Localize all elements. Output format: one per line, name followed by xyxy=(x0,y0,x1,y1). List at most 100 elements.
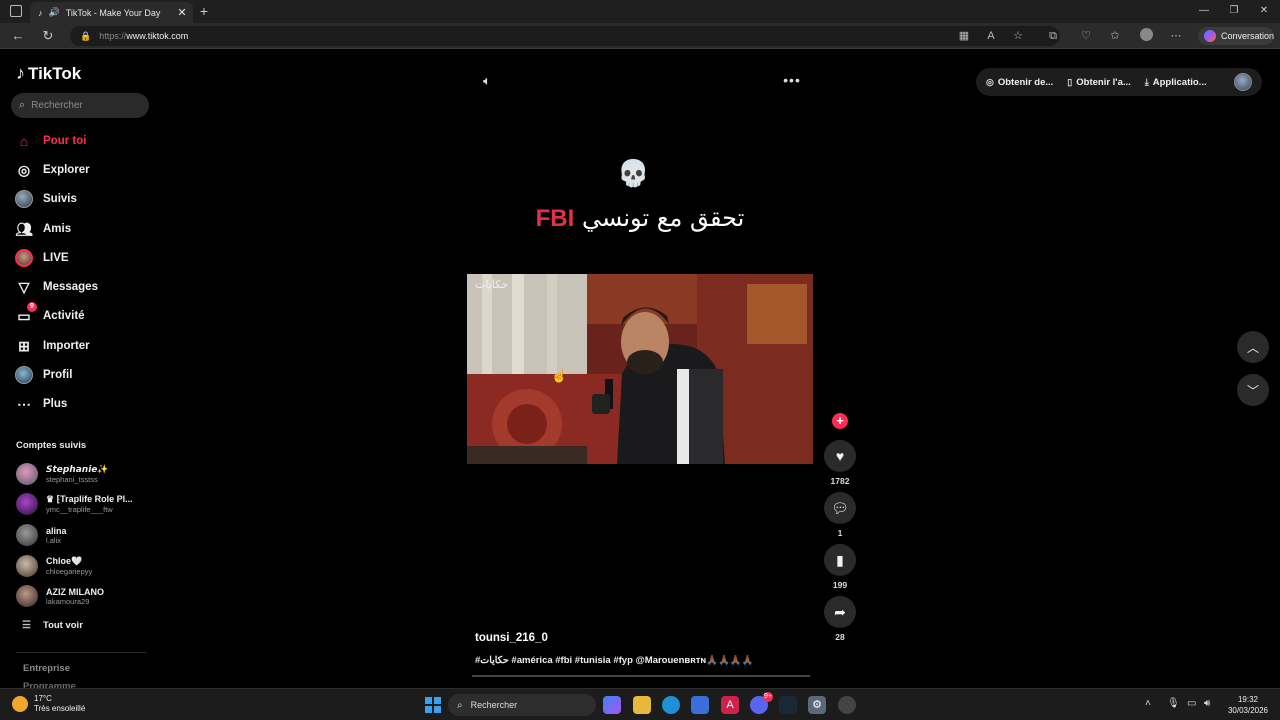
more-icon: ⋯ xyxy=(17,395,31,412)
copilot-icon xyxy=(1204,30,1216,42)
profile-icon[interactable] xyxy=(1138,28,1154,44)
sidebar-item-live[interactable]: LIVE xyxy=(14,247,154,269)
tiktok-favicon-icon: ♪ xyxy=(38,7,43,18)
network-icon[interactable]: ▭ xyxy=(1187,698,1196,709)
tab-actions-icon[interactable] xyxy=(10,5,22,17)
next-video-button[interactable]: ﹀ xyxy=(1237,374,1269,406)
refresh-icon[interactable]: ↻ xyxy=(40,28,56,44)
bookmark-icon: ▮ xyxy=(836,551,844,568)
taskbar-search[interactable]: ⌕ Rechercher xyxy=(448,694,596,716)
phone-icon: ▯ xyxy=(1067,76,1073,87)
followed-account-item[interactable]: ♛ ⁅Traplife Role Pl... ymc__traplife___f… xyxy=(16,491,156,517)
sidebar-item-label: Importer xyxy=(43,340,90,352)
back-icon[interactable]: ← xyxy=(10,28,26,44)
account-handle: stephani_tsstss xyxy=(46,475,98,484)
volume-icon[interactable]: 🔈︎ xyxy=(478,73,496,91)
comment-button[interactable]: 💬︎ xyxy=(824,492,856,524)
get-coins-button[interactable]: ◎ Obtenir de... xyxy=(986,77,1053,88)
tab-audio-icon[interactable]: 🔊 xyxy=(49,7,60,18)
sidebar-item-importer[interactable]: ⊞ Importer xyxy=(14,335,154,357)
profile-avatar-icon xyxy=(14,365,34,385)
edge-browser-icon[interactable] xyxy=(662,696,680,714)
url-host: www.tiktok.com xyxy=(126,31,189,41)
app-available-icon[interactable]: ▦ xyxy=(956,28,972,44)
like-button[interactable]: ♥ xyxy=(824,440,856,472)
sidebar-item-amis[interactable]: 👥︎ Amis xyxy=(14,218,154,240)
followed-account-item[interactable]: AZIZ MILANO lakamoura29 xyxy=(16,583,156,609)
save-button[interactable]: ▮ xyxy=(824,544,856,576)
video-progress-bar[interactable] xyxy=(472,675,810,677)
access-app-icon[interactable]: A xyxy=(721,696,739,714)
extensions-icon[interactable]: ⧉ xyxy=(1045,28,1061,44)
comment-count: 1 xyxy=(837,528,843,538)
top-action-label: Obtenir de... xyxy=(997,76,1054,88)
sidebar-item-profil[interactable]: Profil xyxy=(14,364,154,386)
settings-more-icon[interactable]: ⋯ xyxy=(1168,28,1184,44)
search-input[interactable]: ⌕ Rechercher xyxy=(11,93,149,118)
avatar[interactable] xyxy=(1234,73,1252,91)
sidebar-item-label: Pour toi xyxy=(43,135,87,147)
restore-button[interactable]: ❐ xyxy=(1220,2,1248,20)
footer-link-entreprise[interactable]: Entreprise xyxy=(23,663,70,674)
share-button[interactable]: ➦ xyxy=(824,596,856,628)
sidebar-item-label: LIVE xyxy=(43,252,69,264)
search-icon: ⌕ xyxy=(457,699,463,711)
settings-gear-icon[interactable]: ⚙ xyxy=(808,696,826,714)
heart-icon: ♥ xyxy=(835,448,845,464)
store-icon[interactable] xyxy=(691,696,709,714)
desktop-app-button[interactable]: ⤓ Applicatio... xyxy=(1145,77,1207,88)
app-tray-icon[interactable] xyxy=(838,696,856,714)
microphone-icon[interactable]: 🎙︎ xyxy=(1167,698,1180,709)
copilot-conversation-button[interactable]: Conversation xyxy=(1198,27,1274,45)
skull-emoji: 💀 xyxy=(617,158,650,188)
sidebar-item-plus[interactable]: ⋯ Plus xyxy=(14,393,154,415)
sidebar-item-messages[interactable]: ▽ Messages xyxy=(14,276,154,298)
search-placeholder: Rechercher xyxy=(31,100,83,111)
copilot-app-icon[interactable] xyxy=(603,696,621,714)
followed-account-item[interactable]: alina l.alix xyxy=(16,522,156,548)
sidebar-item-label: Plus xyxy=(43,398,68,410)
video-frame[interactable]: حكايات xyxy=(467,274,813,464)
clock-date: 30/03/2026 xyxy=(1227,706,1269,715)
steam-icon[interactable] xyxy=(779,696,797,714)
followed-account-item[interactable]: Chloe🤍 chloegariepyy xyxy=(16,553,156,579)
favorite-star-icon[interactable]: ☆ xyxy=(1010,28,1026,44)
windows-start-icon[interactable] xyxy=(425,697,441,713)
tiktok-logo[interactable]: ♪ TikTok xyxy=(16,63,81,84)
weather-condition: Très ensoleillé xyxy=(34,704,86,713)
system-clock[interactable]: 19:32 30/03/2026 xyxy=(1226,694,1270,716)
followed-account-item[interactable]: 𝙎𝙩𝙚𝙥𝙝𝙖𝙣𝙞𝙚✨ stephani_tsstss xyxy=(16,461,156,487)
address-bar[interactable]: 🔒 https:// www.tiktok.com xyxy=(70,26,1060,46)
post-description[interactable]: #حكايات #américa #fbi #tunisia #fyp @Mar… xyxy=(475,655,754,666)
weather-widget[interactable]: 17°C Très ensoleillé xyxy=(12,694,85,714)
author-username[interactable]: tounsi_216_0 xyxy=(475,632,548,644)
avatar xyxy=(16,493,38,515)
new-tab-button[interactable]: + xyxy=(197,3,211,19)
discord-icon[interactable]: 9+ xyxy=(750,692,773,714)
get-app-button[interactable]: ▯ Obtenir l'a... xyxy=(1067,77,1130,88)
title-arabic: تحقق مع تونسي xyxy=(581,204,745,232)
sidebar-item-pour-toi[interactable]: ⌂ Pour toi xyxy=(14,130,154,152)
logo-text: TikTok xyxy=(28,63,82,83)
tab-close-button[interactable]: ✕ xyxy=(175,6,189,19)
minimize-button[interactable]: — xyxy=(1190,2,1218,20)
chevron-up-icon[interactable]: ˄ xyxy=(1145,698,1151,709)
browser-tab[interactable]: ♪ 🔊 TikTok - Make Your Day ✕ xyxy=(30,2,193,23)
lock-icon[interactable]: 🔒 xyxy=(80,31,91,42)
sidebar-item-suivis[interactable]: Suivis xyxy=(14,188,154,210)
favorites-icon[interactable]: ✩ xyxy=(1107,28,1123,44)
read-aloud-icon[interactable]: A xyxy=(983,28,999,44)
speaker-icon[interactable]: 🔊︎ xyxy=(1204,698,1210,709)
previous-video-button[interactable]: ︿ xyxy=(1237,331,1269,363)
browser-essentials-icon[interactable]: ♡ xyxy=(1078,28,1094,44)
close-window-button[interactable]: ✕ xyxy=(1250,2,1278,20)
conversation-label: Conversation xyxy=(1220,31,1274,41)
sidebar-item-activite[interactable]: ▭ 9 Activité xyxy=(14,302,154,327)
see-all-button[interactable]: ☰ Tout voir xyxy=(22,620,83,631)
follow-button[interactable]: + xyxy=(832,413,848,429)
sidebar-item-explorer[interactable]: ◎ Explorer xyxy=(14,159,154,181)
file-explorer-icon[interactable] xyxy=(633,696,651,714)
like-count: 1782 xyxy=(830,476,850,486)
more-options-icon[interactable]: ••• xyxy=(782,72,802,90)
comment-icon: 💬︎ xyxy=(831,499,849,516)
